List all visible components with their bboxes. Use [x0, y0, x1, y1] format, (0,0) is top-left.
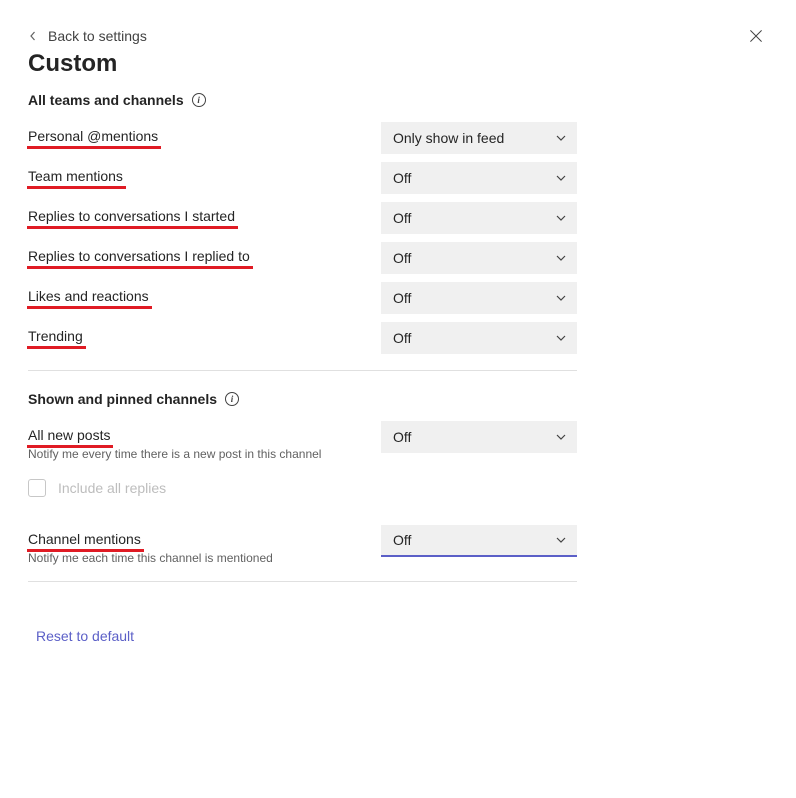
chevron-down-icon	[555, 332, 567, 344]
label-replies-replied: Replies to conversations I replied to	[28, 248, 250, 264]
chevron-down-icon	[555, 212, 567, 224]
sub-all-new-posts: Notify me every time there is a new post…	[28, 447, 381, 461]
chevron-down-icon	[555, 172, 567, 184]
row-replies-replied: Replies to conversations I replied to Of…	[28, 242, 577, 274]
chevron-down-icon	[555, 252, 567, 264]
select-value: Off	[393, 170, 411, 186]
label-team-mentions: Team mentions	[28, 168, 123, 184]
select-team-mentions[interactable]: Off	[381, 162, 577, 194]
select-value: Off	[393, 290, 411, 306]
label-all-new-posts: All new posts	[28, 427, 110, 443]
label-trending: Trending	[28, 328, 83, 344]
chevron-down-icon	[555, 132, 567, 144]
chevron-down-icon	[555, 292, 567, 304]
row-likes-reactions: Likes and reactions Off	[28, 282, 577, 314]
select-value: Off	[393, 210, 411, 226]
back-to-settings-link[interactable]: Back to settings	[28, 28, 768, 44]
row-personal-mentions: Personal @mentions Only show in feed	[28, 122, 577, 154]
select-replies-started[interactable]: Off	[381, 202, 577, 234]
select-all-new-posts[interactable]: Off	[381, 421, 577, 453]
select-value: Off	[393, 429, 411, 445]
page-title: Custom	[28, 50, 768, 78]
section-pinned-header: Shown and pinned channels i	[28, 391, 768, 407]
select-value: Only show in feed	[393, 130, 504, 146]
info-icon[interactable]: i	[192, 93, 206, 107]
section-all-teams-title: All teams and channels	[28, 92, 184, 108]
back-link-label: Back to settings	[48, 28, 147, 44]
select-likes-reactions[interactable]: Off	[381, 282, 577, 314]
row-replies-started: Replies to conversations I started Off	[28, 202, 577, 234]
label-include-replies: Include all replies	[58, 480, 166, 496]
select-replies-replied[interactable]: Off	[381, 242, 577, 274]
section-pinned-title: Shown and pinned channels	[28, 391, 217, 407]
section-all-teams-header: All teams and channels i	[28, 92, 768, 108]
chevron-down-icon	[555, 534, 567, 546]
select-value: Off	[393, 532, 411, 548]
row-include-replies: Include all replies	[28, 479, 577, 497]
row-all-new-posts: All new posts Notify me every time there…	[28, 421, 577, 461]
section-divider	[28, 370, 577, 371]
section-divider	[28, 581, 577, 582]
label-personal-mentions: Personal @mentions	[28, 128, 158, 144]
select-personal-mentions[interactable]: Only show in feed	[381, 122, 577, 154]
chevron-down-icon	[555, 431, 567, 443]
select-value: Off	[393, 330, 411, 346]
label-likes-reactions: Likes and reactions	[28, 288, 149, 304]
close-button[interactable]	[748, 28, 768, 48]
checkbox-include-replies[interactable]	[28, 479, 46, 497]
select-channel-mentions[interactable]: Off	[381, 525, 577, 557]
label-replies-started: Replies to conversations I started	[28, 208, 235, 224]
label-channel-mentions: Channel mentions	[28, 531, 141, 547]
row-channel-mentions: Channel mentions Notify me each time thi…	[28, 525, 577, 565]
chevron-left-icon	[28, 31, 38, 41]
select-value: Off	[393, 250, 411, 266]
row-team-mentions: Team mentions Off	[28, 162, 577, 194]
reset-to-default-link[interactable]: Reset to default	[36, 628, 134, 644]
row-trending: Trending Off	[28, 322, 577, 354]
info-icon[interactable]: i	[225, 392, 239, 406]
sub-channel-mentions: Notify me each time this channel is ment…	[28, 551, 381, 565]
select-trending[interactable]: Off	[381, 322, 577, 354]
